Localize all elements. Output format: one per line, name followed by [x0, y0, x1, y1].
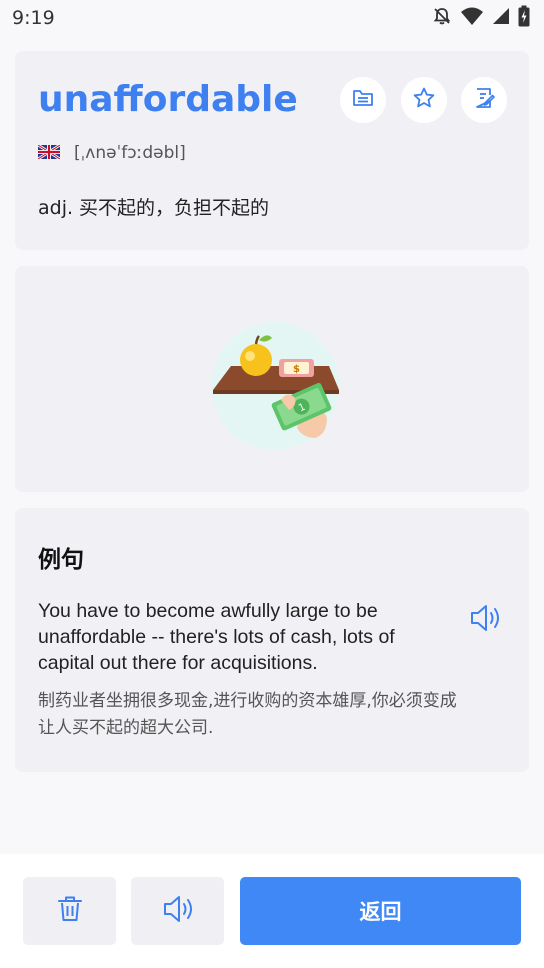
- note-button[interactable]: [461, 77, 507, 123]
- star-icon: [412, 86, 436, 114]
- price-tag-label: $: [293, 364, 300, 375]
- phonetic-row: [ˌʌnəˈfɔːdəbl]: [37, 143, 186, 163]
- word-card: unaffordable [ˌʌnəˈfɔːdəbl] adj. 买不起的，负担…: [15, 51, 529, 250]
- status-icons: [432, 5, 530, 31]
- bell-off-icon: [432, 6, 452, 30]
- speaker-icon: [161, 894, 195, 928]
- status-bar: 9:19: [0, 0, 544, 36]
- example-speaker-button[interactable]: [467, 602, 503, 638]
- speaker-icon: [468, 603, 502, 637]
- folder-icon: [351, 86, 375, 114]
- back-button[interactable]: 返回: [240, 877, 521, 945]
- example-sentence-en: You have to become awfully large to be u…: [38, 600, 395, 674]
- wifi-icon: [460, 6, 484, 30]
- favorite-button[interactable]: [401, 77, 447, 123]
- word-title: unaffordable: [38, 79, 298, 120]
- battery-icon: [518, 5, 530, 31]
- note-edit-icon: [472, 86, 496, 114]
- word-illustration: $ 1: [209, 314, 343, 458]
- trash-icon: [57, 895, 83, 927]
- folder-button[interactable]: [340, 77, 386, 123]
- signal-icon: [492, 6, 510, 30]
- image-card: $ 1: [15, 266, 529, 492]
- status-time: 9:19: [12, 7, 55, 29]
- bottom-bar: 返回: [0, 854, 544, 968]
- phonetic-text: [ˌʌnəˈfɔːdəbl]: [74, 143, 186, 163]
- uk-flag-icon[interactable]: [37, 143, 61, 163]
- example-heading: 例句: [38, 547, 84, 573]
- example-sentence-zh: 制药业者坐拥很多现金,进行收购的资本雄厚,你必须变成让人买不起的超大公司.: [38, 691, 457, 738]
- pronounce-button[interactable]: [131, 877, 224, 945]
- example-card: 例句 You have to become awfully large to b…: [15, 508, 529, 772]
- definition-text: adj. 买不起的，负担不起的: [38, 197, 270, 219]
- delete-button[interactable]: [23, 877, 116, 945]
